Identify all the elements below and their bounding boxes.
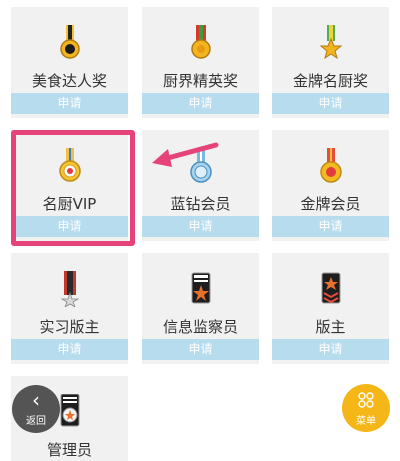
award-card-chef-elite[interactable]: 厨界精英奖 申请 [142,7,259,118]
chevron-left-icon: ‹ [32,388,40,412]
award-card-intern-moderator[interactable]: 实习版主 申请 [11,253,128,364]
apply-button[interactable]: 申请 [11,93,128,114]
award-name: 实习版主 [39,318,100,336]
award-card-info-inspector[interactable]: 信息监察员 申请 [142,253,259,364]
apply-button[interactable]: 申请 [272,339,389,360]
pointer-arrow-icon [152,142,219,167]
award-name: 美食达人奖 [31,72,107,90]
gold-member-medal-icon [319,148,342,183]
apply-button[interactable]: 申请 [272,93,389,114]
menu-button[interactable]: 菜单 [342,384,390,432]
award-name: 管理员 [46,441,92,459]
award-card-gourmet[interactable]: 美食达人奖 申请 [11,7,128,118]
admin-badge-icon [60,394,79,427]
back-label: 返回 [26,416,46,427]
award-card-moderator[interactable]: 版主 申请 [272,253,389,364]
award-application-page: 美食达人奖 申请 厨界精英奖 申请 金牌名厨奖 申请 名厨VIP 申请 蓝钻会员… [0,0,400,461]
apply-button[interactable]: 申请 [142,216,259,237]
apply-button[interactable]: 申请 [272,216,389,237]
apply-button[interactable]: 申请 [142,339,259,360]
highlight-box [11,130,135,246]
gold-medal-red-green-ribbon-icon [190,25,211,59]
info-inspector-badge-icon [191,272,210,304]
award-name: 蓝钻会员 [170,195,231,213]
award-name: 版主 [315,318,346,336]
award-card-gold-member[interactable]: 金牌会员 申请 [272,130,389,241]
menu-label: 菜单 [356,416,376,427]
gold-star-medal-green-ribbon-icon [319,25,342,60]
award-name: 金牌会员 [300,195,361,213]
intern-moderator-badge-icon [60,271,79,307]
award-name: 金牌名厨奖 [292,72,368,90]
apply-button[interactable]: 申请 [142,93,259,114]
gold-medal-black-ribbon-icon [59,25,80,59]
award-name: 厨界精英奖 [162,72,238,90]
moderator-badge-icon [321,272,340,304]
award-card-gold-chef[interactable]: 金牌名厨奖 申请 [272,7,389,118]
award-name: 信息监察员 [162,318,238,336]
back-button[interactable]: ‹ 返回 [12,385,60,433]
grid-menu-icon [358,392,374,408]
apply-button[interactable]: 申请 [11,339,128,360]
